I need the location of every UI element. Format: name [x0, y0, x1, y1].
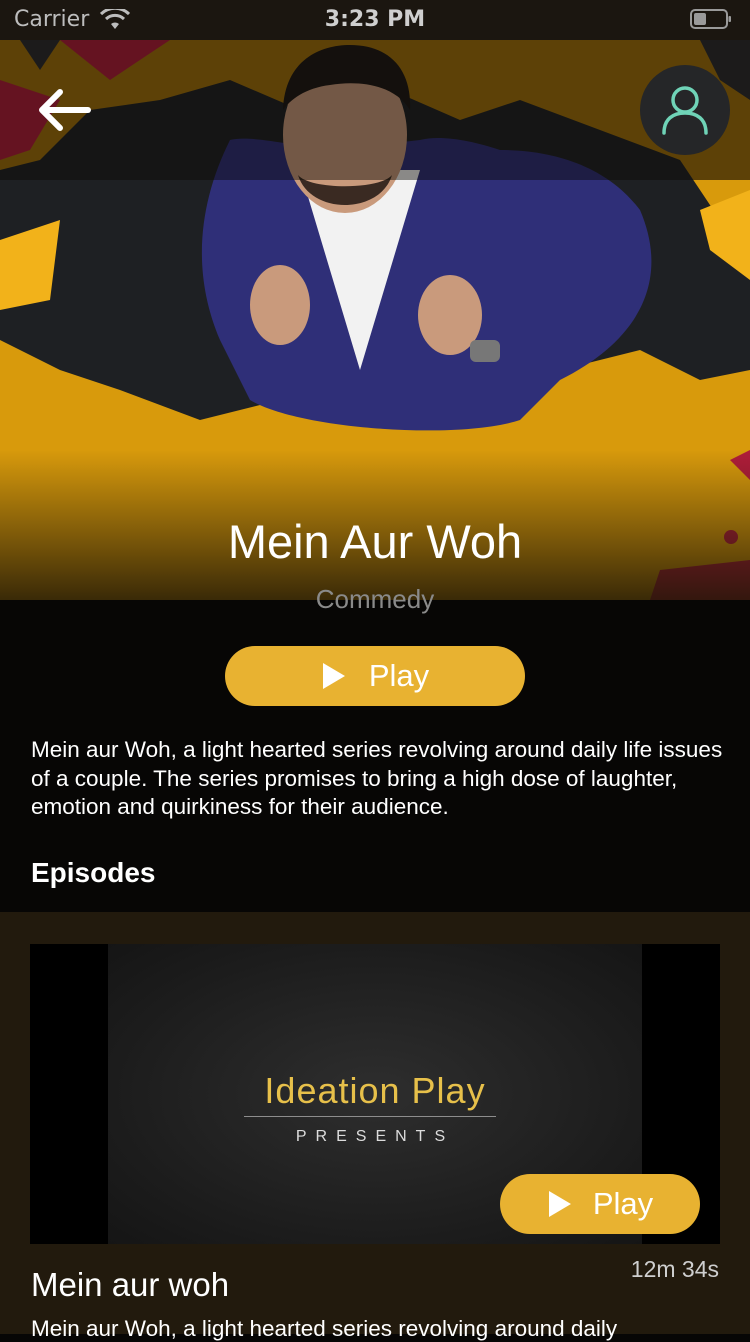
episode-title: Mein aur woh [31, 1266, 230, 1303]
battery-icon [690, 9, 732, 29]
user-icon [662, 86, 708, 135]
show-description: Mein aur Woh, a light hearted series rev… [31, 737, 723, 819]
thumbnail-subtitle: PRESENTS [295, 1128, 455, 1145]
arrow-left-icon [39, 89, 91, 131]
episodes-heading: Episodes [31, 857, 156, 888]
status-time: 3:23 PM [324, 7, 426, 32]
play-button-label: Play [368, 658, 430, 693]
play-triangle-icon [322, 663, 345, 689]
thumbnail-brand-text: Ideation Play [264, 1070, 486, 1111]
play-button[interactable]: Play [225, 646, 525, 706]
profile-button[interactable] [640, 65, 730, 155]
episode-description: Mein aur Woh, a light hearted series rev… [31, 1316, 618, 1341]
back-button[interactable] [34, 84, 98, 138]
show-title: Mein Aur Woh [227, 515, 523, 568]
thumbnail-divider [244, 1116, 496, 1117]
episode-duration: 12m 34s [630, 1256, 719, 1282]
hero-top-shade [0, 40, 750, 180]
episode-play-label: Play [592, 1186, 654, 1221]
play-triangle-icon [548, 1191, 571, 1217]
episode-play-button[interactable]: Play [500, 1174, 700, 1234]
status-bar: Carrier 3:23 PM [0, 0, 750, 40]
show-genre: Commedy [315, 584, 435, 614]
